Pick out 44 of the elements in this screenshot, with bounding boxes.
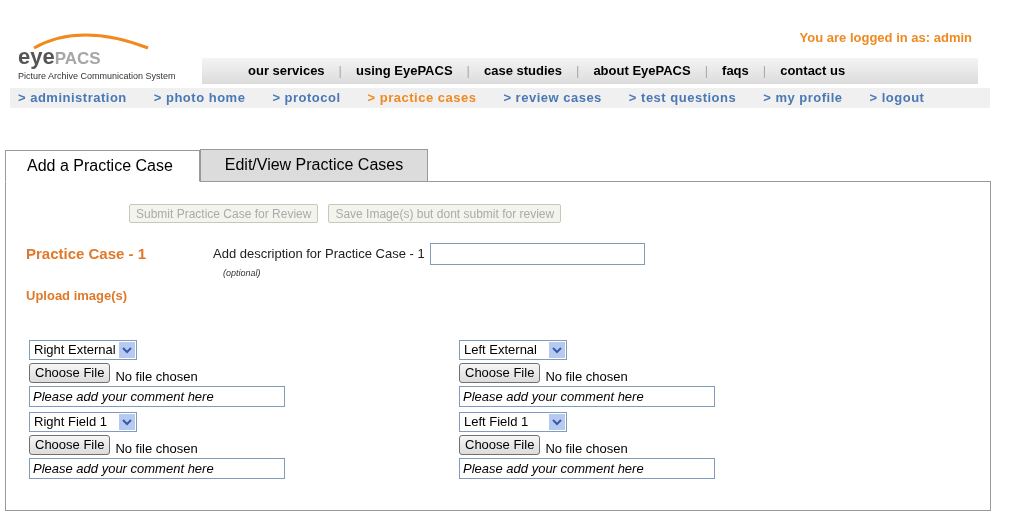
nav-separator: | — [338, 61, 342, 80]
comment-field[interactable]: Please add your comment here — [459, 457, 715, 479]
tab[interactable]: Edit/View Practice Cases — [200, 148, 428, 181]
description-label: Add description for Practice Case - 1 — [213, 244, 425, 263]
view-select[interactable]: Left Field 1 — [459, 411, 567, 432]
top-nav-link[interactable]: case studies — [483, 60, 562, 81]
sub-nav-link[interactable]: > review cases — [503, 87, 602, 108]
upload-heading: Upload image(s) — [26, 287, 129, 305]
sub-nav-link[interactable]: > administration — [18, 87, 127, 108]
description-field[interactable] — [429, 242, 645, 265]
case-title: Practice Case - 1 — [26, 243, 148, 264]
choose-file-button[interactable]: Choose File — [29, 434, 111, 455]
file-status: No file chosen — [545, 441, 628, 455]
nav-separator: | — [466, 61, 470, 80]
file-status: No file chosen — [115, 441, 198, 455]
sub-nav-link[interactable]: > protocol — [272, 87, 341, 108]
view-select[interactable]: Right Field 1 — [29, 411, 137, 432]
sub-nav-link[interactable]: > test questions — [628, 87, 737, 108]
logo-tagline: Picture Archive Communication System — [18, 70, 177, 83]
file-status: No file chosen — [115, 369, 198, 383]
top-nav-link[interactable]: about EyePACS — [593, 60, 691, 81]
nav-separator: | — [576, 61, 580, 80]
choose-file-button[interactable]: Choose File — [459, 434, 541, 455]
tab[interactable]: Add a Practice Case — [5, 149, 200, 182]
comment-field[interactable]: Please add your comment here — [29, 385, 285, 407]
sub-nav-link[interactable]: > my profile — [763, 87, 843, 108]
sub-nav-link[interactable]: > logout — [869, 87, 925, 108]
view-select[interactable]: Right External — [29, 339, 137, 360]
choose-file-button[interactable]: Choose File — [459, 362, 541, 383]
choose-file-button[interactable]: Choose File — [29, 362, 111, 383]
login-status: You are logged in as: admin — [799, 29, 972, 47]
top-nav-link[interactable]: our services — [248, 60, 325, 81]
nav-separator: | — [704, 61, 709, 80]
nav-separator: | — [762, 61, 767, 80]
optional-note: (optional) — [223, 266, 262, 280]
logo-wordmark: eyePACS — [18, 46, 102, 68]
top-nav-link[interactable]: faqs — [722, 60, 749, 81]
top-nav-link[interactable]: contact us — [780, 60, 846, 81]
comment-field[interactable]: Please add your comment here — [459, 385, 715, 407]
view-select[interactable]: Left External — [459, 339, 567, 360]
comment-field[interactable]: Please add your comment here — [29, 457, 285, 479]
file-status: No file chosen — [545, 369, 628, 383]
top-nav-link[interactable]: using EyePACS — [356, 60, 453, 81]
sub-nav-link[interactable]: > photo home — [153, 87, 246, 108]
